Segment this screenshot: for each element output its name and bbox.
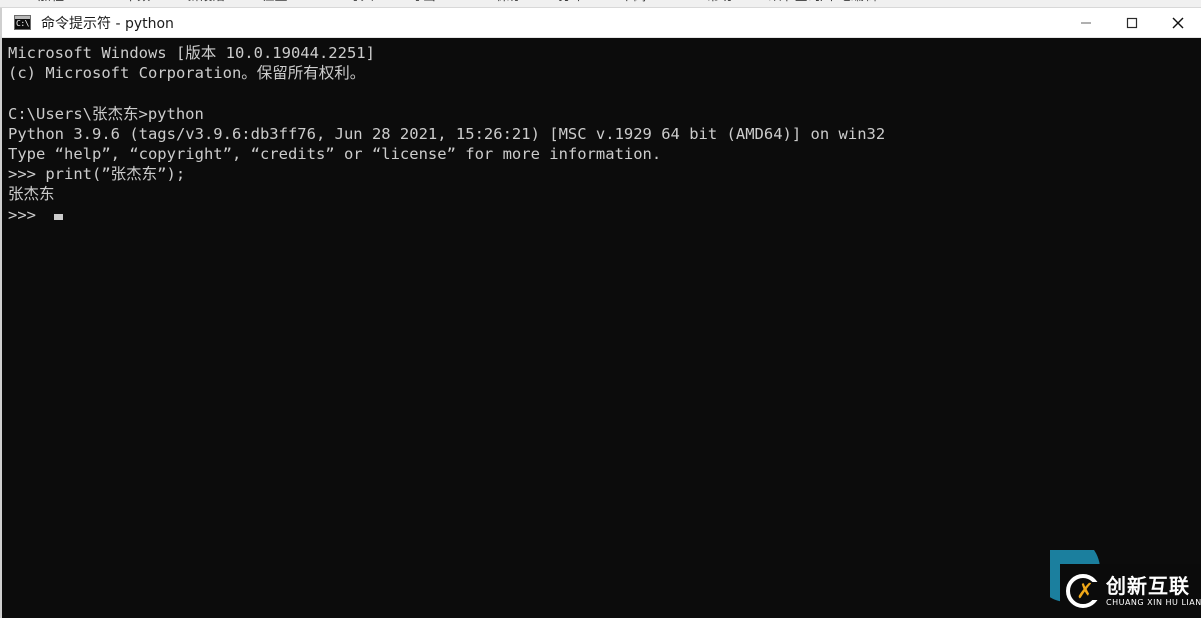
menu-item-7[interactable]: 打印 (548, 0, 594, 7)
watermark-panel: ✗ 创新互联 CHUANG XIN HU LIAN (1060, 564, 1201, 618)
window-title: 命令提示符 - python (41, 15, 174, 32)
menu-item-10[interactable]: 细节查询/本地编辑 (759, 0, 887, 7)
menu-item-9[interactable]: 帮助 (696, 0, 742, 7)
watermark-text: 创新互联 CHUANG XIN HU LIAN (1106, 576, 1201, 607)
window-titlebar[interactable]: C:\ 命令提示符 - python (2, 8, 1201, 38)
menu-item-6[interactable]: 保存 (486, 0, 532, 7)
menu-item-4[interactable]: 导入 (338, 0, 384, 7)
terminal-cursor (54, 213, 64, 220)
terminal-console[interactable]: Microsoft Windows [版本 10.0.19044.2251] (… (2, 38, 1201, 618)
minimize-icon (1081, 22, 1091, 23)
screenshot-root: 加粗 单数 新段落 位置 导入 导出 保存 打印 审阅 帮助 细节查询/本地编辑… (0, 0, 1201, 618)
window-controls (1063, 8, 1201, 38)
cmd-prompt-icon: C:\ (14, 15, 31, 30)
watermark-title-en: CHUANG XIN HU LIAN (1106, 597, 1201, 607)
watermark-title-cn: 创新互联 (1106, 573, 1190, 598)
maximize-button[interactable] (1109, 8, 1155, 38)
chuangxinhulian-logo-icon: ✗ (1066, 574, 1102, 608)
logo-x-mark: ✗ (1076, 579, 1094, 603)
maximize-icon (1126, 17, 1138, 28)
site-watermark: ✗ 创新互联 CHUANG XIN HU LIAN (1050, 550, 1201, 618)
menu-item-3[interactable]: 位置 (251, 0, 297, 7)
close-button[interactable] (1155, 8, 1201, 38)
menu-item-5[interactable]: 导出 (400, 0, 446, 7)
menu-item-0[interactable]: 加粗 (28, 0, 74, 7)
menu-item-8[interactable]: 审阅 (610, 0, 656, 7)
menu-item-1[interactable]: 单数 (114, 0, 160, 7)
background-app-menubar[interactable]: 加粗 单数 新段落 位置 导入 导出 保存 打印 审阅 帮助 细节查询/本地编辑 (0, 0, 1201, 8)
terminal-output: Microsoft Windows [版本 10.0.19044.2251] (… (8, 44, 886, 224)
command-prompt-window: C:\ 命令提示符 - python Microsoft Windows [版本… (0, 8, 1201, 618)
titlebar-left: C:\ 命令提示符 - python (2, 13, 1063, 33)
background-app-menubar-items: 加粗 单数 新段落 位置 导入 导出 保存 打印 审阅 帮助 细节查询/本地编辑 (0, 0, 887, 7)
cmd-icon-glyph: C:\ (16, 19, 29, 28)
menu-item-2[interactable]: 新段落 (176, 0, 235, 7)
minimize-button[interactable] (1063, 8, 1109, 38)
close-icon (1172, 17, 1184, 28)
